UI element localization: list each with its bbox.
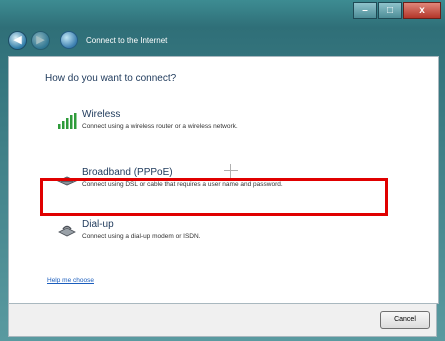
- wizard-title: Connect to the Internet: [86, 35, 168, 45]
- close-button[interactable]: x: [403, 2, 441, 19]
- maximize-button[interactable]: □: [378, 2, 402, 19]
- button-bar: Cancel: [8, 303, 437, 337]
- dialup-modem-icon: [58, 225, 76, 237]
- navigation-bar: ◀ ▶ Connect to the Internet: [8, 28, 437, 52]
- cancel-button[interactable]: Cancel: [380, 311, 430, 329]
- option-dialup[interactable]: Dial-up Connect using a dial-up modem or…: [57, 219, 407, 249]
- network-globe-icon: [60, 31, 78, 49]
- wireless-signal-icon: [58, 113, 77, 129]
- dialog-window: – □ x ◀ ▶ Connect to the Internet How do…: [0, 0, 445, 341]
- minimize-button[interactable]: –: [353, 2, 377, 19]
- option-description: Connect using a dial-up modem or ISDN.: [82, 233, 201, 240]
- option-wireless[interactable]: Wireless Connect using a wireless router…: [57, 109, 407, 139]
- help-me-choose-link[interactable]: Help me choose: [47, 277, 94, 284]
- title-bar[interactable]: – □ x: [0, 0, 445, 28]
- forward-arrow-icon[interactable]: ▶: [31, 30, 50, 50]
- option-description: Connect using a wireless router or a wir…: [82, 123, 238, 130]
- option-title: Broadband (PPPoE): [82, 167, 173, 178]
- back-arrow-icon[interactable]: ◀: [8, 30, 27, 50]
- page-heading: How do you want to connect?: [45, 73, 177, 84]
- annotation-highlight-box: [40, 178, 388, 216]
- option-title: Wireless: [82, 109, 121, 120]
- crosshair-cursor-icon: [224, 164, 238, 178]
- option-title: Dial-up: [82, 219, 114, 230]
- window-controls: – □ x: [353, 2, 441, 19]
